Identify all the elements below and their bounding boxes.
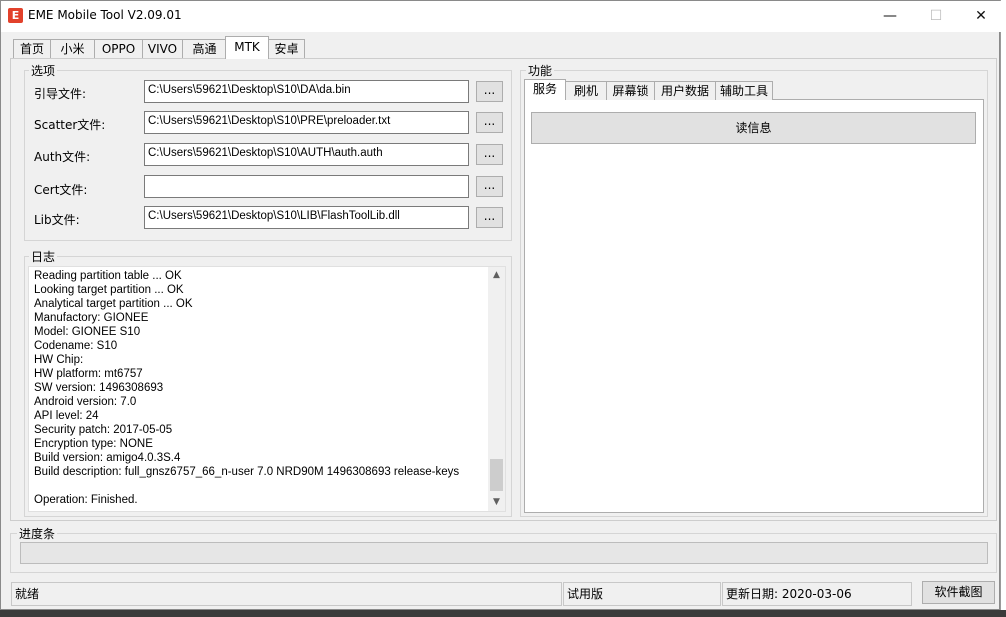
tab-qualcomm[interactable]: 高通	[182, 39, 227, 58]
progress-legend: 进度条	[17, 525, 58, 542]
auth-file-browse-button[interactable]: ...	[476, 144, 503, 165]
desktop-taskbar-edge	[0, 610, 1006, 617]
lib-file-label: Lib文件:	[34, 213, 80, 227]
log-line: Codename: S10	[34, 340, 118, 352]
scroll-up-arrow-icon[interactable]: ▲	[488, 267, 505, 284]
log-line: SW version: 1496308693	[34, 382, 164, 394]
log-line: Android version: 7.0	[34, 396, 137, 408]
edition-label: 试用版	[563, 582, 721, 606]
tab-oppo[interactable]: OPPO	[94, 39, 143, 58]
scroll-thumb[interactable]	[490, 459, 503, 491]
close-button[interactable]: ✕	[958, 1, 1004, 32]
minimize-button[interactable]: —	[867, 1, 913, 32]
cert-file-browse-button[interactable]: ...	[476, 176, 503, 197]
da-file-label: 引导文件:	[34, 87, 87, 101]
scatter-file-label: Scatter文件:	[34, 118, 106, 132]
auth-file-label: Auth文件:	[34, 150, 91, 164]
tab-mtk[interactable]: MTK	[225, 36, 269, 59]
tab-android[interactable]: 安卓	[268, 39, 305, 58]
functions-legend: 功能	[526, 62, 555, 79]
auth-file-input[interactable]: C:\Users\59621\Desktop\S10\AUTH\auth.aut…	[144, 143, 469, 166]
app-window: E EME Mobile Tool V2.09.01 — ☐ ✕ 首页 小米 O…	[0, 0, 1001, 610]
da-file-browse-button[interactable]: ...	[476, 81, 503, 102]
function-tab-strip: 服务 刷机 屏幕锁 用户数据 辅助工具	[524, 79, 784, 100]
tab-home[interactable]: 首页	[13, 39, 51, 58]
lib-file-browse-button[interactable]: ...	[476, 207, 503, 228]
da-file-input[interactable]: C:\Users\59621\Desktop\S10\DA\da.bin	[144, 80, 469, 103]
app-logo-icon: E	[8, 8, 23, 23]
log-output[interactable]: Reading partition table ... OK Looking t…	[28, 266, 506, 512]
log-line: Encryption type: NONE	[34, 438, 153, 450]
update-date: 更新日期: 2020-03-06	[722, 582, 912, 606]
log-line: Model: GIONEE S10	[34, 326, 141, 338]
status-text: 就绪	[11, 582, 562, 606]
log-line: Operation: Finished.	[34, 494, 138, 506]
log-line: Security patch: 2017-05-05	[34, 424, 173, 436]
log-line: Build description: full_gnsz6757_66_n-us…	[34, 466, 460, 478]
log-line: HW platform: mt6757	[34, 368, 143, 380]
options-legend: 选项	[29, 62, 58, 79]
maximize-button[interactable]: ☐	[913, 1, 959, 32]
log-line: API level: 24	[34, 410, 99, 422]
tab-screen-lock[interactable]: 屏幕锁	[606, 81, 655, 100]
tab-flash[interactable]: 刷机	[565, 81, 607, 100]
lib-file-input[interactable]: C:\Users\59621\Desktop\S10\LIB\FlashTool…	[144, 206, 469, 229]
log-line: Build version: amigo4.0.3S.4	[34, 452, 181, 464]
cert-file-label: Cert文件:	[34, 183, 88, 197]
log-line: Reading partition table ... OK	[34, 270, 182, 282]
tab-user-data[interactable]: 用户数据	[654, 81, 716, 100]
cert-file-input[interactable]	[144, 175, 469, 198]
log-scrollbar[interactable]: ▲ ▼	[488, 267, 505, 511]
tab-vivo[interactable]: VIVO	[142, 39, 183, 58]
tab-aux-tools[interactable]: 辅助工具	[715, 81, 773, 100]
log-line: Looking target partition ... OK	[34, 284, 184, 296]
scatter-file-browse-button[interactable]: ...	[476, 112, 503, 133]
log-line: Manufactory: GIONEE	[34, 312, 149, 324]
title-bar: E EME Mobile Tool V2.09.01 — ☐ ✕	[1, 1, 1001, 32]
read-info-button[interactable]: 读信息	[531, 112, 976, 144]
scatter-file-input[interactable]: C:\Users\59621\Desktop\S10\PRE\preloader…	[144, 111, 469, 134]
tab-xiaomi[interactable]: 小米	[50, 39, 95, 58]
window-title: EME Mobile Tool V2.09.01	[28, 8, 182, 22]
log-line: HW Chip:	[34, 354, 84, 366]
log-line: Analytical target partition ... OK	[34, 298, 193, 310]
log-legend: 日志	[29, 248, 58, 265]
desktop-background-edge	[1000, 0, 1006, 617]
scroll-down-arrow-icon[interactable]: ▼	[488, 494, 505, 511]
software-screenshot-button[interactable]: 软件截图	[922, 581, 995, 604]
progress-bar	[20, 542, 988, 564]
tab-service[interactable]: 服务	[524, 79, 566, 100]
service-tab-pane	[524, 99, 984, 513]
